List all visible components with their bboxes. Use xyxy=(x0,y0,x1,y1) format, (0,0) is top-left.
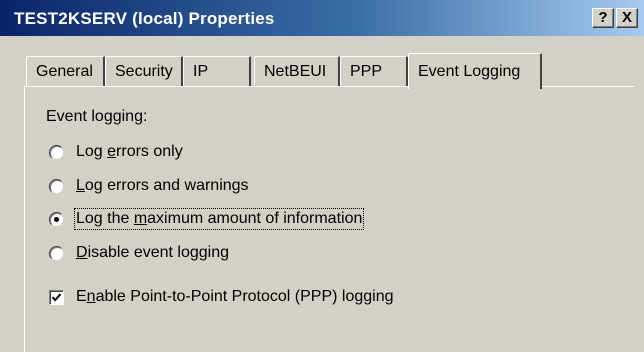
radio-button[interactable] xyxy=(49,178,64,194)
radio-log-maximum[interactable]: Log the maximum amount of information xyxy=(49,208,365,230)
tab-label: IP xyxy=(193,62,209,80)
checkbox-label: Enable Point-to-Point Protocol (PPP) log… xyxy=(76,288,394,305)
radio-disable-logging[interactable]: Disable event logging xyxy=(49,242,229,264)
window-title: TEST2KSERV (local) Properties xyxy=(14,9,275,28)
tab-netbeui[interactable]: NetBEUI xyxy=(254,56,340,86)
radio-button[interactable] xyxy=(49,245,64,261)
tab-general[interactable]: General xyxy=(26,56,105,86)
radio-label: Disable event logging xyxy=(76,244,229,261)
tab-label: NetBEUI xyxy=(264,62,327,80)
title-bar[interactable]: TEST2KSERV (local) Properties ? X xyxy=(0,0,644,36)
help-icon: ? xyxy=(598,9,608,26)
close-button[interactable]: X xyxy=(616,8,638,28)
help-button[interactable]: ? xyxy=(592,8,614,28)
checkbox-ppp-logging[interactable]: Enable Point-to-Point Protocol (PPP) log… xyxy=(49,286,394,308)
event-logging-label: Event logging: xyxy=(46,108,148,125)
tab-event-logging[interactable]: Event Logging xyxy=(408,53,542,89)
radio-button[interactable] xyxy=(49,144,64,160)
checkbox[interactable] xyxy=(49,289,64,305)
tab-label: PPP xyxy=(350,62,383,80)
tab-label: General xyxy=(36,62,93,80)
radio-button-selected[interactable] xyxy=(49,211,64,227)
tab-security[interactable]: Security xyxy=(105,56,183,86)
tab-label: Event Logging xyxy=(418,62,521,80)
radio-label: Log errors only xyxy=(76,143,183,160)
checkmark-icon xyxy=(51,293,62,301)
radio-log-errors-only[interactable]: Log errors only xyxy=(49,141,183,163)
tab-label: Security xyxy=(115,62,173,80)
properties-dialog: TEST2KSERV (local) Properties ? X Genera… xyxy=(0,0,644,352)
radio-log-errors-warnings[interactable]: Log errors and warnings xyxy=(49,175,249,197)
tab-ip[interactable]: IP xyxy=(183,56,251,86)
radio-label: Log errors and warnings xyxy=(76,177,249,194)
close-icon: X xyxy=(621,9,632,26)
tab-ppp[interactable]: PPP xyxy=(340,56,408,86)
radio-label: Log the maximum amount of information xyxy=(73,208,365,230)
